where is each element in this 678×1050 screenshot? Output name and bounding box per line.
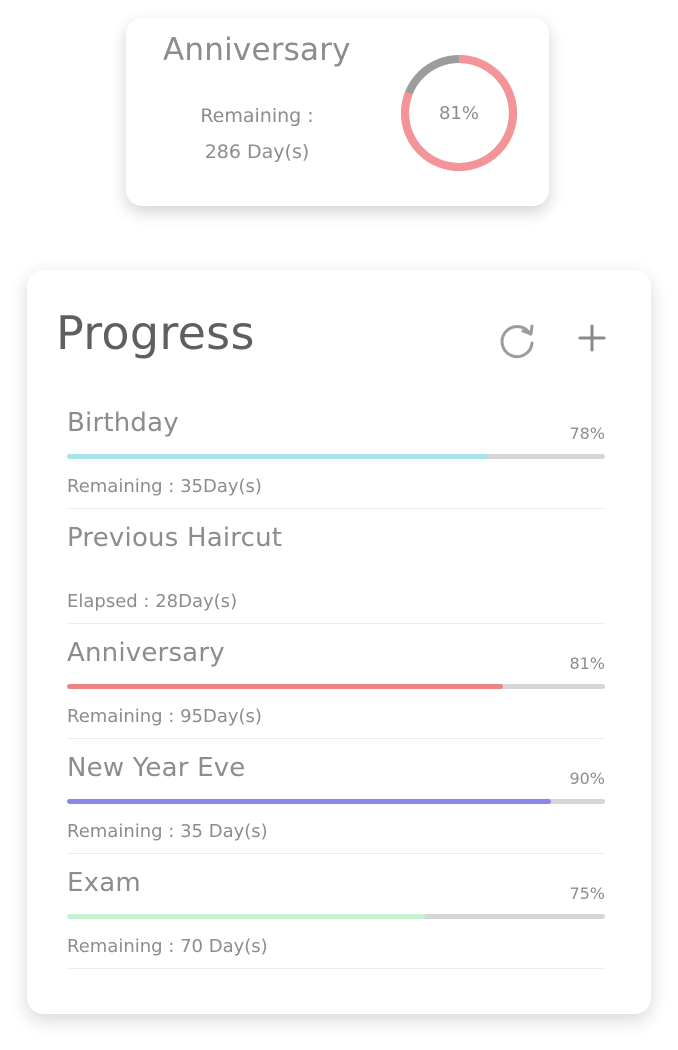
- progress-title: Progress: [56, 306, 255, 360]
- anniversary-card[interactable]: Anniversary Remaining : 286 Day(s) 81%: [126, 18, 549, 206]
- progress-bar: [67, 454, 605, 459]
- progress-ring-percent: 81%: [438, 102, 479, 124]
- remaining-value: 286 Day(s): [204, 141, 310, 163]
- item-elapsed: Elapsed : 28Day(s): [67, 591, 238, 612]
- progress-bar-fill: [67, 914, 425, 919]
- progress-bar: [67, 684, 605, 689]
- item-remaining: Remaining : 35 Day(s): [67, 821, 268, 842]
- progress-item-previous-haircut[interactable]: Previous Haircut Elapsed : 28Day(s): [67, 523, 605, 624]
- remaining-label: Remaining :: [200, 105, 314, 127]
- item-title: Previous Haircut: [67, 523, 283, 553]
- progress-item-exam[interactable]: Exam 75% Remaining : 70 Day(s): [67, 868, 605, 969]
- add-button[interactable]: [576, 322, 608, 354]
- item-percent: 90%: [569, 769, 605, 788]
- item-percent: 81%: [569, 654, 605, 673]
- progress-bar-fill: [67, 799, 552, 804]
- item-title: Exam: [67, 868, 141, 898]
- progress-bar-fill: [67, 684, 503, 689]
- item-remaining: Remaining : 35Day(s): [67, 476, 262, 497]
- item-title: New Year Eve: [67, 753, 246, 783]
- progress-bar: [67, 799, 605, 804]
- remaining-info: Remaining : 286 Day(s): [126, 98, 388, 170]
- progress-bar-fill: [67, 454, 487, 459]
- progress-item-birthday[interactable]: Birthday 78% Remaining : 35Day(s): [67, 408, 605, 509]
- progress-item-new-year-eve[interactable]: New Year Eve 90% Remaining : 35 Day(s): [67, 753, 605, 854]
- item-percent: 75%: [569, 884, 605, 903]
- refresh-icon: [500, 324, 534, 359]
- card-title: Anniversary: [163, 32, 351, 68]
- progress-item-anniversary[interactable]: Anniversary 81% Remaining : 95Day(s): [67, 638, 605, 739]
- item-remaining: Remaining : 95Day(s): [67, 706, 262, 727]
- progress-card: Progress Birthday 78% Remaining : 35Day(…: [27, 270, 651, 1014]
- item-title: Birthday: [67, 408, 179, 438]
- plus-icon: [578, 324, 606, 352]
- item-remaining: Remaining : 70 Day(s): [67, 936, 268, 957]
- item-percent: 78%: [569, 424, 605, 443]
- progress-bar: [67, 914, 605, 919]
- item-title: Anniversary: [67, 638, 225, 668]
- refresh-button[interactable]: [499, 322, 537, 360]
